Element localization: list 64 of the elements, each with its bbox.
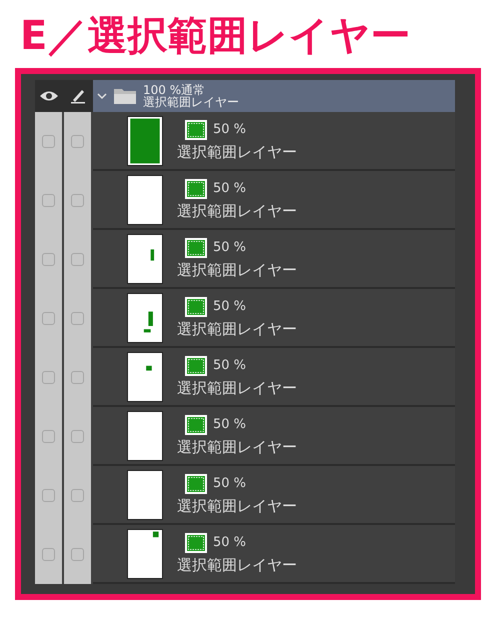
layer-name: 選択範囲レイヤー [177, 260, 297, 280]
pen-icon[interactable] [70, 88, 86, 104]
layer-thumbnail [127, 174, 163, 224]
layer-name: 選択範囲レイヤー [177, 320, 297, 338]
layer-thumbnail [127, 352, 163, 402]
folder-layer[interactable]: 100 %通常 選択範囲レイヤー [93, 80, 455, 112]
opacity-label: 50 % [213, 535, 246, 550]
selection-mask-icon [185, 296, 207, 316]
opacity-label: 50 % [213, 240, 246, 255]
folder-icon [113, 87, 137, 105]
lock-checkbox[interactable] [71, 548, 84, 561]
lock-checkbox[interactable] [71, 430, 84, 443]
selection-mask-icon [185, 356, 207, 376]
layer-thumbnail [127, 410, 163, 460]
opacity-label: 50 % [213, 358, 246, 373]
layer-row[interactable]: 50 % 選択範囲レイヤー [93, 407, 455, 466]
opacity-label: 50 % [213, 181, 246, 196]
lock-checkbox[interactable] [71, 312, 84, 325]
layer-row[interactable]: 50 % 選択範囲レイヤー [93, 112, 455, 171]
layer-thumbnail [127, 470, 163, 520]
layer-row[interactable]: 50 % 選択範囲レイヤー [93, 171, 455, 230]
layer-name: 選択範囲レイヤー [177, 202, 297, 220]
selection-mask-icon [185, 474, 207, 494]
layer-row[interactable]: 50 % 選択範囲レイヤー [93, 230, 455, 289]
selection-mask-icon [185, 238, 207, 258]
selection-mask-icon [185, 532, 207, 552]
eye-icon[interactable] [38, 90, 58, 102]
blend-mode-label: 100 %通常 [143, 84, 206, 96]
lock-checkbox[interactable] [71, 371, 84, 384]
layer-name: 選択範囲レイヤー [177, 496, 297, 516]
layer-thumbnail [127, 234, 163, 284]
layer-thumbnail [127, 116, 163, 166]
layer-thumbnail [127, 528, 163, 578]
layer-row[interactable]: 50 % 選択範囲レイヤー [93, 525, 455, 584]
opacity-label: 50 % [213, 476, 246, 491]
page-title: E／選択範囲レイヤー [19, 12, 412, 61]
visibility-checkbox[interactable] [42, 194, 55, 207]
visibility-checkbox[interactable] [42, 489, 55, 502]
opacity-label: 50 % [213, 299, 246, 314]
selection-mask-icon [185, 178, 207, 198]
layer-name: 選択範囲レイヤー [177, 438, 297, 456]
visibility-checkbox[interactable] [42, 548, 55, 561]
layer-name: 選択範囲レイヤー [177, 378, 297, 398]
visibility-checkbox[interactable] [42, 312, 55, 325]
visibility-checkbox[interactable] [42, 253, 55, 266]
layer-row[interactable]: 50 % 選択範囲レイヤー [93, 348, 455, 407]
chevron-icon[interactable] [97, 92, 107, 100]
lock-checkbox[interactable] [71, 135, 84, 148]
lock-checkbox[interactable] [71, 253, 84, 266]
lock-checkbox[interactable] [71, 194, 84, 207]
layer-name: 選択範囲レイヤー [177, 556, 297, 574]
layer-name: 選択範囲レイヤー [177, 142, 297, 162]
opacity-label: 50 % [213, 417, 246, 432]
visibility-checkbox[interactable] [42, 371, 55, 384]
layer-row[interactable]: 50 % 選択範囲レイヤー [93, 289, 455, 348]
visibility-checkbox[interactable] [42, 430, 55, 443]
selection-mask-icon [185, 414, 207, 434]
selection-mask-icon [185, 120, 207, 140]
layer-name: 選択範囲レイヤー [143, 96, 239, 108]
layer-thumbnail [127, 292, 163, 342]
layer-row[interactable]: 50 % 選択範囲レイヤー [93, 466, 455, 525]
visibility-checkbox[interactable] [42, 135, 55, 148]
opacity-label: 50 % [213, 122, 246, 137]
lock-checkbox[interactable] [71, 489, 84, 502]
